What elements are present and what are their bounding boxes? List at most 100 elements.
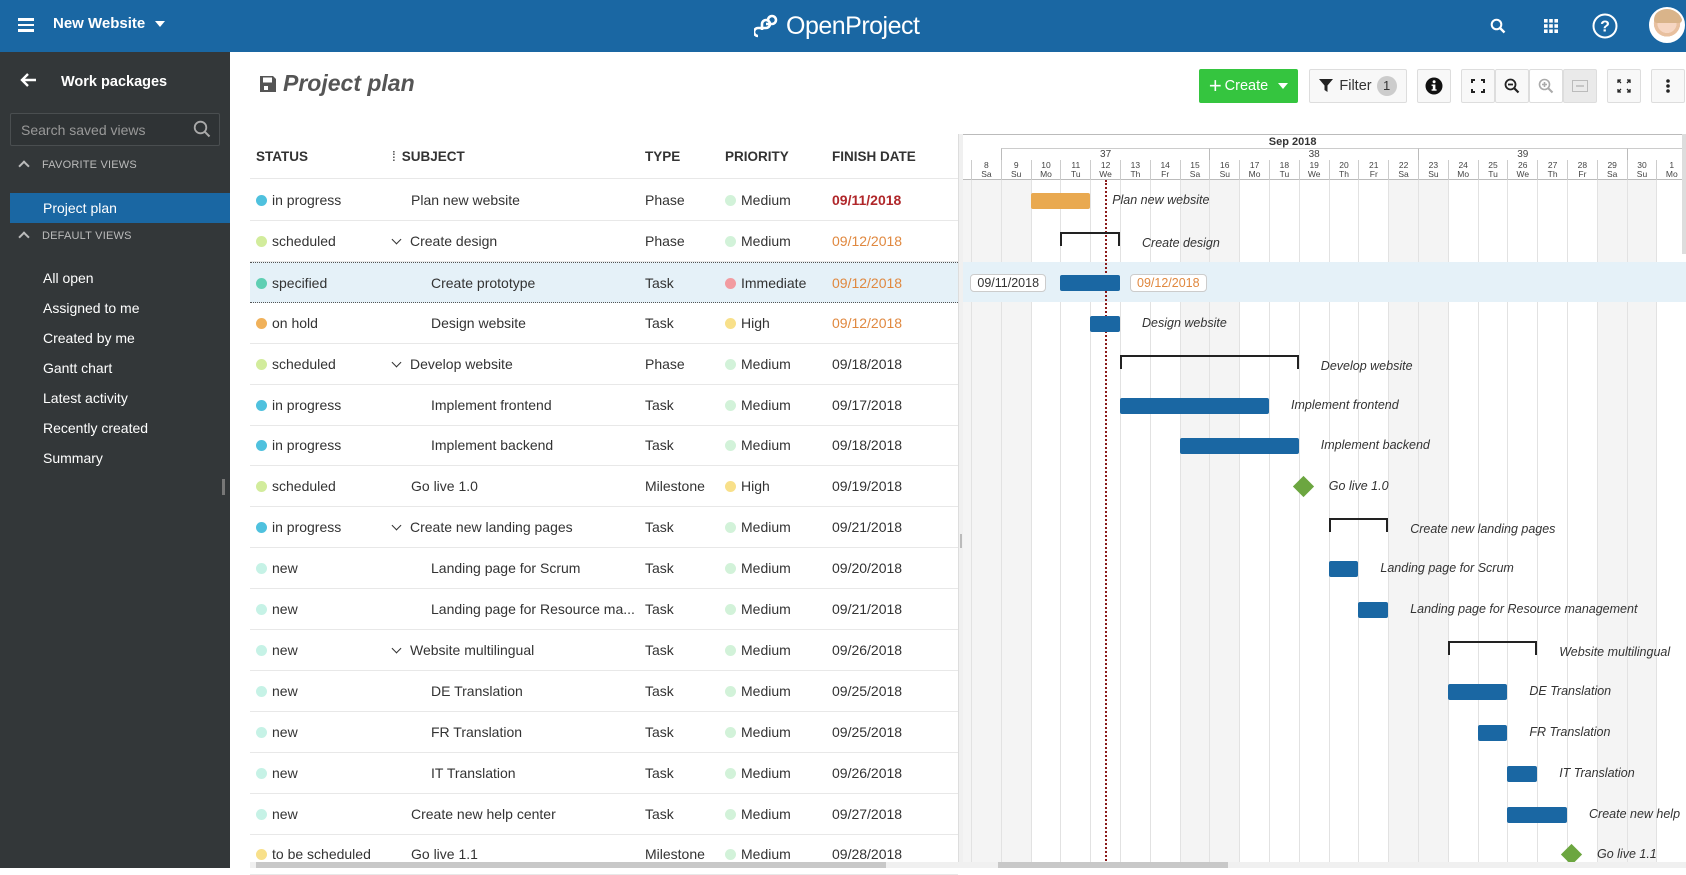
status-cell[interactable]: specified	[256, 275, 327, 291]
table-row[interactable]: new FR Translation Task Medium 09/25/2018	[250, 712, 958, 753]
search-icon[interactable]	[1484, 12, 1512, 40]
sidebar-resize-handle[interactable]	[222, 479, 225, 495]
finish-date-cell[interactable]: 09/19/2018	[832, 478, 902, 494]
default-views-toggle[interactable]: DEFAULT VIEWS	[18, 230, 132, 243]
help-icon[interactable]: ?	[1591, 12, 1619, 40]
subject-cell[interactable]: Website multilingual	[391, 642, 534, 658]
chevron-down-icon[interactable]	[391, 643, 402, 654]
subject-cell[interactable]: FR Translation	[431, 724, 522, 740]
type-cell[interactable]: Task	[645, 765, 674, 781]
type-cell[interactable]: Milestone	[645, 478, 705, 494]
priority-cell[interactable]: Medium	[725, 356, 791, 372]
gantt-bar[interactable]	[1030, 193, 1091, 209]
finish-date-chip[interactable]: 09/12/2018	[1130, 273, 1207, 292]
type-cell[interactable]: Phase	[645, 356, 685, 372]
status-cell[interactable]: to be scheduled	[256, 846, 371, 862]
finish-date-cell[interactable]: 09/21/2018	[832, 601, 902, 617]
column-header-priority[interactable]: PRIORITY	[725, 149, 789, 164]
gantt-bar[interactable]	[1120, 397, 1269, 414]
finish-date-cell[interactable]: 09/27/2018	[832, 806, 902, 822]
chevron-down-icon[interactable]	[391, 357, 402, 368]
status-cell[interactable]: new	[256, 806, 298, 822]
type-cell[interactable]: Task	[645, 724, 674, 740]
table-row[interactable]: scheduled Develop website Phase Medium 09/18…	[250, 344, 958, 385]
gantt-bar[interactable]	[1179, 438, 1299, 455]
gantt-phase-bracket[interactable]	[1120, 354, 1299, 369]
more-options-button[interactable]	[1651, 69, 1685, 103]
sidebar-item-project-plan[interactable]: Project plan	[10, 193, 230, 223]
hamburger-menu-icon[interactable]	[18, 15, 34, 35]
table-row[interactable]: new Landing page for Scrum Task Medium 09/20…	[250, 548, 958, 590]
column-header-subject[interactable]: ⁞ SUBJECT	[392, 149, 465, 164]
gantt-bar[interactable]	[1507, 806, 1567, 823]
status-cell[interactable]: in progress	[256, 519, 341, 535]
status-cell[interactable]: scheduled	[256, 233, 336, 249]
search-icon[interactable]	[193, 120, 211, 138]
type-cell[interactable]: Milestone	[645, 846, 705, 862]
vertical-scrollbar[interactable]	[1682, 134, 1686, 254]
table-row[interactable]: new DE Translation Task Medium 09/25/2018	[250, 671, 958, 712]
table-row[interactable]: new Create new help center Task Medium 09/27…	[250, 794, 958, 835]
priority-cell[interactable]: Medium	[725, 642, 791, 658]
user-avatar[interactable]	[1649, 7, 1685, 43]
subject-cell[interactable]: DE Translation	[431, 683, 523, 699]
subject-cell[interactable]: Landing page for Scrum	[431, 560, 580, 576]
openproject-logo[interactable]: OpenProject	[754, 10, 920, 42]
sidebar-item-gantt-chart[interactable]: Gantt chart	[10, 353, 230, 383]
status-cell[interactable]: in progress	[256, 192, 341, 208]
gantt-toggle-button[interactable]	[1563, 69, 1597, 103]
table-row[interactable]: in progress Implement frontend Task Medium 0…	[250, 385, 958, 426]
save-icon[interactable]	[259, 75, 277, 93]
sidebar-item-created-by-me[interactable]: Created by me	[10, 323, 230, 353]
gantt-bar[interactable]	[1328, 561, 1359, 578]
gantt-phase-bracket[interactable]	[1328, 518, 1389, 533]
type-cell[interactable]: Task	[645, 315, 674, 331]
table-row[interactable]: in progress Implement backend Task Medium 09…	[250, 425, 958, 467]
table-row[interactable]: in progress Create new landing pages Task M…	[250, 507, 958, 549]
table-row[interactable]: specified Create prototype Task Immediate 09…	[250, 261, 958, 303]
type-cell[interactable]: Task	[645, 437, 674, 453]
priority-cell[interactable]: High	[725, 478, 770, 494]
subject-cell[interactable]: Implement frontend	[431, 397, 552, 413]
table-row[interactable]: new IT Translation Task Medium 09/26/2018	[250, 753, 958, 794]
finish-date-cell[interactable]: 09/28/2018	[832, 846, 902, 862]
priority-cell[interactable]: Medium	[725, 519, 791, 535]
finish-date-cell[interactable]: 09/20/2018	[832, 560, 902, 576]
modules-grid-icon[interactable]	[1537, 12, 1565, 40]
subject-cell[interactable]: Create prototype	[431, 275, 535, 291]
table-row[interactable]: new Website multilingual Task Medium 09/26/2…	[250, 630, 958, 671]
search-saved-views-input[interactable]	[11, 114, 181, 145]
subject-cell[interactable]: Create new landing pages	[391, 519, 573, 535]
priority-cell[interactable]: Medium	[725, 397, 791, 413]
finish-date-cell[interactable]: 09/17/2018	[832, 397, 902, 413]
priority-cell[interactable]: Medium	[725, 437, 791, 453]
type-cell[interactable]: Task	[645, 806, 674, 822]
priority-cell[interactable]: High	[725, 315, 770, 331]
table-row[interactable]: on hold Design website Task High 09/12/2018	[250, 303, 958, 344]
gantt-bar[interactable]	[1477, 724, 1508, 741]
gantt-bar[interactable]	[1358, 602, 1389, 618]
priority-cell[interactable]: Medium	[725, 683, 791, 699]
type-cell[interactable]: Task	[645, 397, 674, 413]
sidebar-item-assigned-to-me[interactable]: Assigned to me	[10, 293, 230, 323]
type-cell[interactable]: Task	[645, 275, 674, 291]
type-cell[interactable]: Task	[645, 560, 674, 576]
type-cell[interactable]: Phase	[645, 192, 685, 208]
filter-button[interactable]: Filter 1	[1309, 69, 1407, 103]
subject-cell[interactable]: Design website	[431, 315, 526, 331]
finish-date-cell[interactable]: 09/18/2018	[832, 437, 902, 453]
gantt-phase-bracket[interactable]	[1060, 231, 1120, 246]
fullscreen-button[interactable]	[1607, 69, 1641, 103]
gantt-phase-bracket[interactable]	[1447, 640, 1538, 655]
status-cell[interactable]: new	[256, 683, 298, 699]
create-button[interactable]: + Create	[1199, 69, 1298, 103]
sidebar-item-recently-created[interactable]: Recently created	[10, 413, 230, 443]
column-header-finish-date[interactable]: FINISH DATE	[832, 149, 916, 164]
type-cell[interactable]: Phase	[645, 233, 685, 249]
gantt-bar[interactable]	[1090, 315, 1120, 332]
column-header-type[interactable]: TYPE	[645, 149, 680, 164]
hierarchy-icon[interactable]: ⁞	[392, 149, 396, 164]
finish-date-cell[interactable]: 09/26/2018	[832, 642, 902, 658]
priority-cell[interactable]: Medium	[725, 601, 791, 617]
status-cell[interactable]: new	[256, 724, 298, 740]
